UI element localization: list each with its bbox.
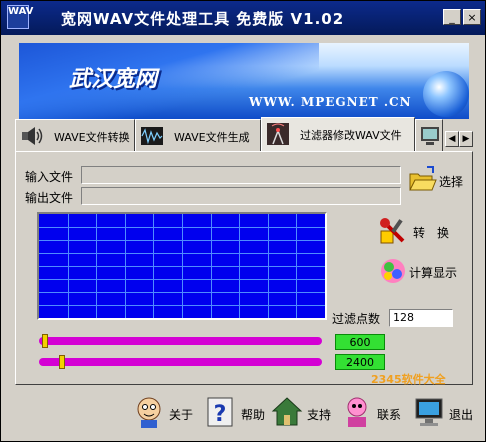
tab-wave-generate[interactable]: WAVE文件生成 [135, 119, 261, 151]
slider-value-1: 600 [335, 334, 385, 350]
tab-label: 过滤器修改WAV文件 [300, 129, 402, 142]
select-label: 选择 [439, 175, 464, 189]
calc-display-label: 计算显示 [409, 266, 458, 280]
computer-icon [421, 127, 439, 145]
exit-button[interactable]: 退出 [413, 395, 477, 431]
tools-icon [380, 218, 405, 244]
filter-points-input[interactable]: 128 [389, 309, 453, 327]
support-label: 支持 [307, 408, 332, 422]
tab-wave-convert[interactable]: WAVE文件转换 [15, 119, 135, 151]
globe-icon [423, 71, 469, 117]
colorful-star-icon [381, 259, 405, 283]
minimize-button[interactable]: _ [443, 9, 461, 25]
house-support-icon [271, 397, 303, 426]
slider-track-2[interactable] [39, 358, 322, 366]
contact-button[interactable]: 联系 [341, 395, 405, 431]
input-file-label: 输入文件 [25, 170, 74, 184]
help-label: 帮助 [241, 408, 266, 422]
output-file-label: 输出文件 [25, 191, 74, 205]
svg-text:?: ? [214, 402, 227, 427]
main-window: WAV 宽网WAV文件处理工具 免费版 V1.02 _ × 武汉宽网 WWW. … [0, 0, 486, 442]
slider-value-2: 2400 [335, 354, 385, 370]
slider-track-1[interactable] [39, 337, 322, 345]
about-label: 关于 [169, 408, 194, 422]
tab-more[interactable] [415, 119, 443, 151]
convert-label: 转 换 [413, 226, 450, 240]
antenna-filter-icon [267, 123, 289, 145]
cartoon-face-icon [137, 397, 161, 428]
calc-display-button[interactable]: 计算显示 [377, 255, 467, 287]
filter-points-label: 过滤点数 [332, 312, 381, 326]
watermark: 2345软件大全 [371, 373, 446, 386]
banner: 武汉宽网 WWW. MPEGNET .CN [19, 43, 469, 119]
close-button[interactable]: × [463, 9, 481, 25]
contact-icon [347, 397, 367, 427]
help-book-icon: ? [207, 397, 233, 427]
input-file-field[interactable] [81, 166, 401, 184]
support-button[interactable]: 支持 [271, 395, 335, 431]
output-file-field[interactable] [81, 187, 401, 205]
banner-brand: 武汉宽网 [69, 67, 158, 92]
about-button[interactable]: 关于 [133, 395, 197, 431]
tab-scroll-right-button[interactable]: ▶ [459, 131, 473, 147]
speaker-icon [22, 127, 43, 145]
select-file-button[interactable]: 选择 [407, 163, 469, 197]
help-button[interactable]: ? 帮助 [205, 395, 269, 431]
exit-label: 退出 [449, 408, 474, 422]
folder-open-icon [409, 166, 437, 191]
convert-button[interactable]: 转 换 [377, 215, 467, 247]
waveform-grid [37, 212, 327, 320]
tab-scroll-left-button[interactable]: ◀ [445, 131, 459, 147]
tab-filter-modify[interactable]: 过滤器修改WAV文件 [261, 117, 415, 151]
tab-strip: WAVE文件转换 WAVE文件生成 过滤器修改WAV文件 ◀ ▶ [15, 117, 473, 151]
monitor-exit-icon [415, 398, 443, 426]
banner-url: WWW. MPEGNET .CN [249, 95, 412, 109]
slider-thumb-1[interactable] [42, 334, 48, 348]
grid-lines [39, 214, 325, 318]
slider-thumb-2[interactable] [59, 355, 65, 369]
title-bar[interactable]: WAV 宽网WAV文件处理工具 免费版 V1.02 _ × [1, 1, 485, 35]
wave-generate-icon [141, 127, 163, 145]
contact-label: 联系 [377, 408, 402, 422]
tab-label: WAVE文件生成 [174, 131, 250, 144]
app-icon: WAV [7, 5, 33, 29]
window-title: 宽网WAV文件处理工具 免费版 V1.02 [61, 10, 345, 28]
tab-label: WAVE文件转换 [54, 131, 130, 144]
